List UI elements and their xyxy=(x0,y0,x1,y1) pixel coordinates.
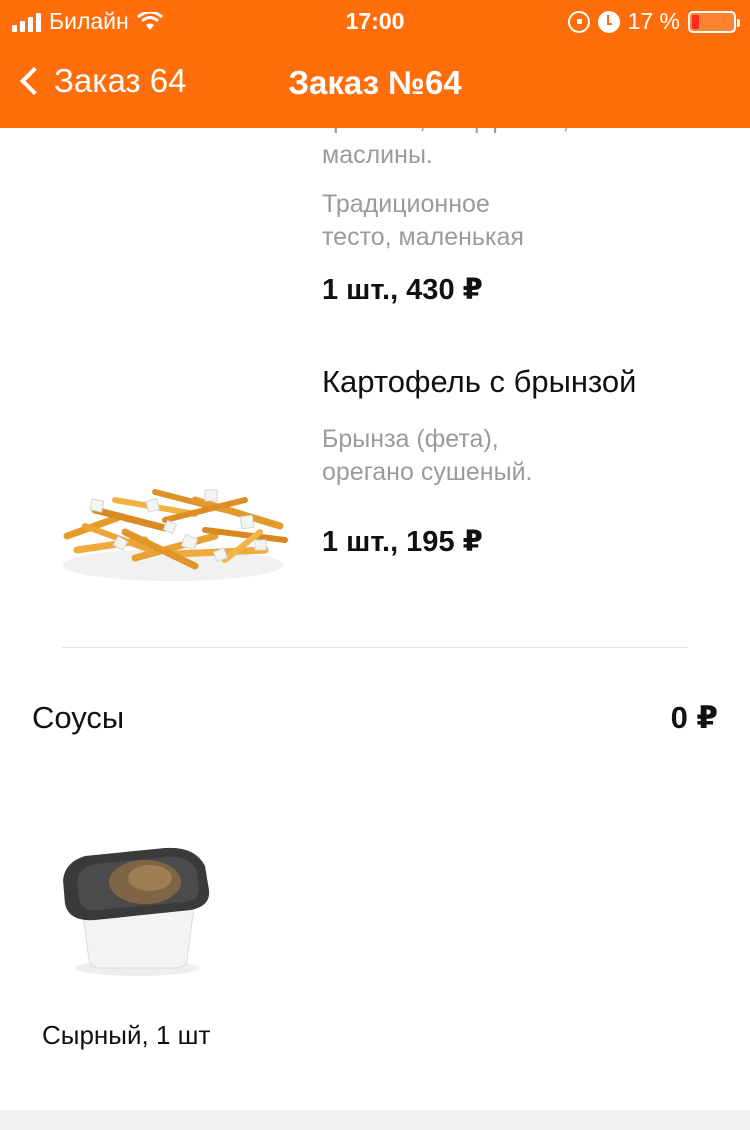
bottom-edge xyxy=(0,1110,750,1130)
item-quantity-price: 1 шт., 430 ₽ xyxy=(322,274,483,306)
sauces-section-title: Соусы xyxy=(32,700,125,735)
sauces-section-total: 0 ₽ xyxy=(670,700,718,735)
item-description-line: Традиционное xyxy=(322,190,490,218)
status-right: 17 % xyxy=(567,8,740,35)
item-quantity-price: 1 шт., 195 ₽ xyxy=(322,526,483,558)
section-divider xyxy=(62,647,688,648)
alarm-icon xyxy=(597,10,620,33)
status-bar: Билайн 17:00 17 % xyxy=(0,0,750,44)
page-title-text: Заказ №64 xyxy=(288,64,462,101)
item-description-line: тесто, маленькая xyxy=(322,223,524,251)
navigation-bar: Заказ 64 Заказ №64 xyxy=(0,44,750,128)
battery-percent: 17 % xyxy=(627,8,680,34)
sauce-item-label: Сырный, 1 шт xyxy=(42,1020,211,1050)
top-bar: Билайн 17:00 17 % Заказ 64 Заказ №64 xyxy=(0,0,750,128)
cheese-sauce-image xyxy=(63,847,210,976)
fries-image xyxy=(63,489,288,581)
item-description-line: маслины. xyxy=(322,141,433,169)
battery-icon xyxy=(688,10,740,33)
orientation-lock-icon xyxy=(567,10,590,33)
item-name: Картофель с брынзой xyxy=(322,364,637,399)
item-description-line: Брынза (фета), xyxy=(322,425,499,453)
order-content: красный, моцарелла, маслины. Традиционно… xyxy=(0,0,750,1130)
item-description-line: орегано сушеный. xyxy=(322,458,533,486)
page-title: Заказ №64 xyxy=(0,64,750,102)
